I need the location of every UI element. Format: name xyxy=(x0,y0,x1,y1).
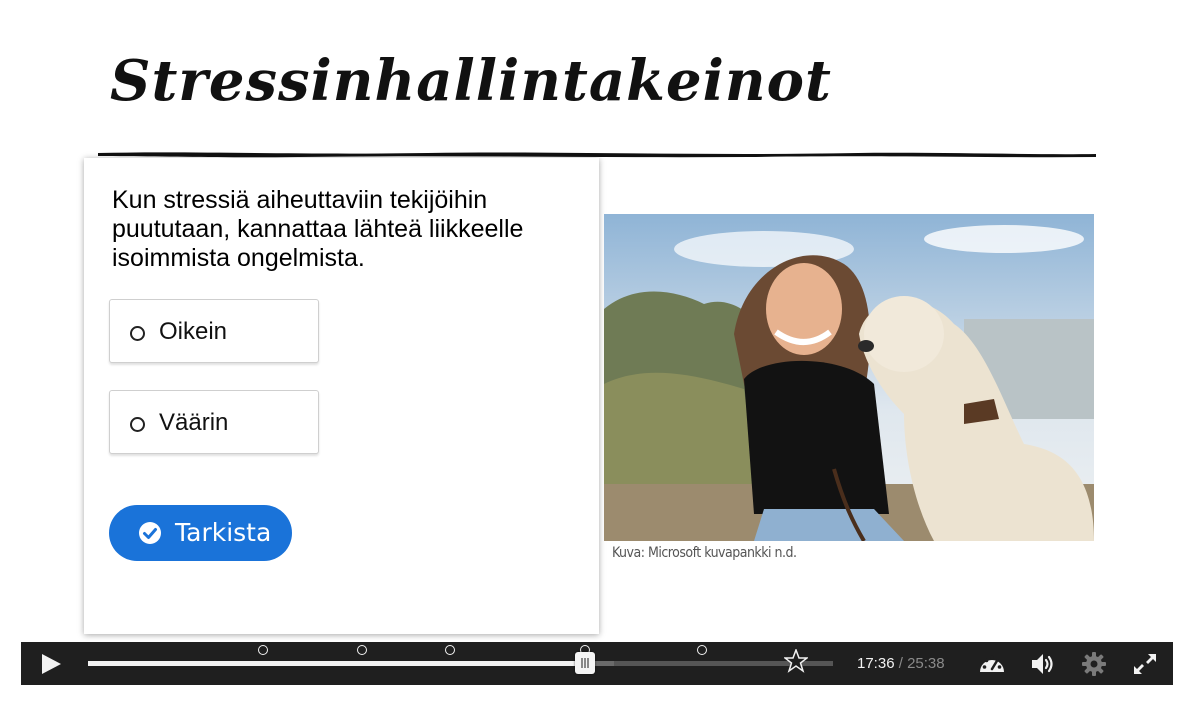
checkmark-circle-icon xyxy=(139,522,161,544)
seek-bar[interactable] xyxy=(88,645,833,674)
option-label: Oikein xyxy=(159,318,228,345)
interaction-marker[interactable] xyxy=(258,645,269,655)
woman-with-dog-photo xyxy=(604,214,1094,541)
slide-title: Stressinhallintakeinot xyxy=(110,48,832,114)
speed-icon[interactable] xyxy=(978,651,1006,677)
settings-icon[interactable] xyxy=(1080,651,1108,677)
current-time: 17:36 xyxy=(857,655,895,672)
option-vaarin[interactable]: Väärin xyxy=(109,390,319,454)
quiz-panel: Kun stressiä aiheuttaviin tekijöihin puu… xyxy=(84,158,599,634)
star-marker-icon[interactable] xyxy=(783,649,808,673)
seek-handle[interactable] xyxy=(574,652,595,674)
video-controls: 17:36 / 25:38 xyxy=(21,642,1173,685)
quiz-question: Kun stressiä aiheuttaviin tekijöihin puu… xyxy=(112,186,524,272)
play-icon[interactable] xyxy=(38,652,64,676)
interaction-marker[interactable] xyxy=(445,645,456,655)
interaction-marker[interactable] xyxy=(357,645,368,655)
option-oikein[interactable]: Oikein xyxy=(109,299,319,363)
check-button-label: Tarkista xyxy=(175,518,272,547)
radio-icon[interactable] xyxy=(130,417,145,432)
time-separator: / xyxy=(898,655,903,672)
image-caption: Kuva: Microsoft kuvapankki n.d. xyxy=(612,545,797,561)
option-label: Väärin xyxy=(159,409,229,436)
fullscreen-icon[interactable] xyxy=(1131,651,1159,677)
title-underline xyxy=(98,152,1096,158)
seek-played xyxy=(88,661,585,666)
check-button[interactable]: Tarkista xyxy=(109,505,292,561)
interaction-marker[interactable] xyxy=(696,645,707,655)
time-display: 17:36 / 25:38 xyxy=(857,655,945,672)
volume-icon[interactable] xyxy=(1029,651,1057,677)
radio-icon[interactable] xyxy=(130,326,145,341)
total-time: 25:38 xyxy=(907,655,945,672)
